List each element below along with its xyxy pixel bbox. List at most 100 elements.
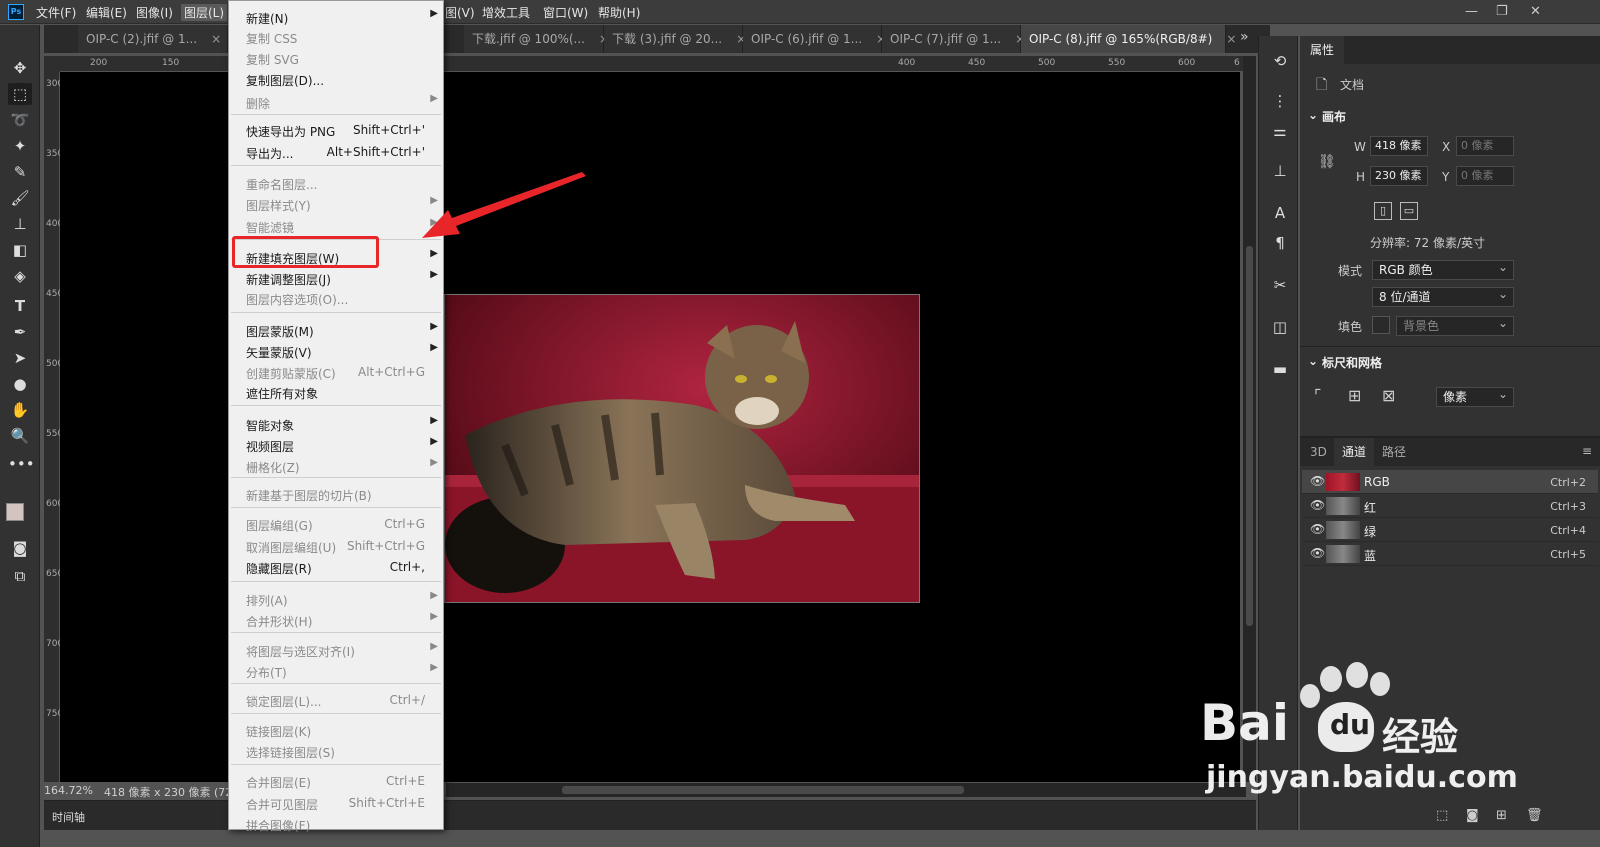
channel-row[interactable]: 👁 蓝 Ctrl+5	[1302, 542, 1598, 566]
hand-tool-icon[interactable]: ✋	[8, 399, 32, 421]
restore-icon[interactable]: ❐	[1496, 4, 1508, 19]
canvas-section-title[interactable]: 画布	[1322, 108, 1346, 125]
portrait-orientation-icon[interactable]: ▯	[1374, 202, 1392, 220]
tab-properties[interactable]: 属性	[1300, 36, 1345, 64]
scroll-thumb[interactable]	[1246, 246, 1253, 626]
quick-mask-icon[interactable]: ◙	[8, 537, 32, 559]
close-window-icon[interactable]: ✕	[1530, 4, 1541, 19]
menu-item[interactable]: 快速导出为 PNG Shift+Ctrl+'	[229, 120, 443, 141]
tab-document[interactable]: OIP-C (2).jfif @ 1... ×	[78, 25, 228, 53]
visibility-eye-icon[interactable]: 👁	[1310, 498, 1325, 512]
save-selection-icon[interactable]: ◙	[1466, 808, 1479, 823]
panel-menu-icon[interactable]: ≡	[1582, 444, 1592, 458]
ellipse-tool-icon[interactable]: ●	[8, 373, 32, 395]
magic-wand-tool-icon[interactable]: ✦	[8, 135, 32, 157]
menu-image[interactable]: 图像(I)	[136, 4, 173, 21]
menu-item[interactable]: 新建调整图层(J) ▶	[229, 268, 443, 289]
scroll-thumb[interactable]	[562, 786, 964, 794]
tab-document-active[interactable]: OIP-C (8).jfif @ 165%(RGB/8#) ×	[1021, 25, 1236, 53]
move-tool-icon[interactable]: ✥	[8, 57, 32, 79]
y-input[interactable]: 0 像素	[1456, 166, 1514, 186]
visibility-eye-icon[interactable]: 👁	[1310, 546, 1325, 560]
visibility-eye-icon[interactable]: 👁	[1310, 474, 1325, 488]
fill-swatch[interactable]	[1372, 316, 1390, 334]
new-channel-icon[interactable]: ⊞	[1496, 808, 1507, 823]
rulers-section-title[interactable]: 标尺和网格	[1322, 354, 1382, 371]
paint-bucket-tool-icon[interactable]: ◈	[8, 265, 32, 287]
horizontal-scrollbar[interactable]	[446, 783, 1246, 797]
channel-row[interactable]: 👁 红 Ctrl+3	[1302, 494, 1598, 518]
tab-close-icon[interactable]: ×	[211, 32, 221, 46]
channel-row[interactable]: 👁 RGB Ctrl+2	[1302, 470, 1598, 494]
menu-item[interactable]: 新建(N) ▶	[229, 7, 443, 28]
clone-source-icon[interactable]: ⊥	[1269, 160, 1291, 182]
marquee-tool-icon[interactable]: ⬚	[8, 83, 32, 105]
height-input[interactable]: 230 像素	[1370, 166, 1428, 186]
tab-paths[interactable]: 路径	[1374, 438, 1414, 466]
menu-item[interactable]: 矢量蒙版(V) ▶	[229, 341, 443, 362]
mode-select[interactable]: RGB 颜色	[1372, 258, 1514, 280]
foreground-color-swatch[interactable]	[6, 503, 24, 521]
tab-document[interactable]: OIP-C (7).jfif @ 1...×	[882, 25, 1025, 53]
tab-document[interactable]: 下载.jfif @ 100%(...×	[464, 25, 609, 53]
x-input[interactable]: 0 像素	[1456, 136, 1514, 156]
paragraph-icon[interactable]: ¶	[1269, 232, 1291, 254]
screen-mode-icon[interactable]: ⧉	[8, 565, 32, 587]
menu-item[interactable]: 视频图层 ▶	[229, 435, 443, 456]
rulers-section-chevron-icon[interactable]: ⌄	[1308, 354, 1318, 368]
menu-item[interactable]: 复制图层(D)...	[229, 69, 443, 90]
timeline-tab[interactable]: 时间轴	[52, 809, 85, 825]
guides-toggle-icon[interactable]: ⊠	[1382, 386, 1395, 405]
menu-item[interactable]: 遮住所有对象	[229, 382, 443, 403]
units-select[interactable]: 像素	[1436, 385, 1514, 407]
menu-item[interactable]: 智能对象 ▶	[229, 414, 443, 435]
tools-settings-icon[interactable]: ✂	[1269, 274, 1291, 296]
landscape-orientation-icon[interactable]: ▭	[1400, 202, 1418, 220]
menu-help[interactable]: 帮助(H)	[598, 4, 640, 21]
channel-row[interactable]: 👁 绿 Ctrl+4	[1302, 518, 1598, 542]
load-selection-icon[interactable]: ⬚	[1436, 808, 1448, 823]
brush-tool-icon[interactable]: 🖌	[8, 187, 32, 209]
stamp-tool-icon[interactable]: ⊥	[8, 213, 32, 235]
tab-channels[interactable]: 通道	[1334, 438, 1375, 466]
menu-item[interactable]: 图层蒙版(M) ▶	[229, 320, 443, 341]
fill-select[interactable]: 背景色	[1396, 314, 1514, 336]
menu-layer[interactable]: 图层(L)	[181, 4, 228, 21]
brush-settings-icon[interactable]: ⋮	[1269, 90, 1291, 112]
eyedropper-tool-icon[interactable]: ✎	[8, 161, 32, 183]
adjustments-icon[interactable]: ⚌	[1269, 120, 1291, 142]
menu-window[interactable]: 窗口(W)	[543, 4, 588, 21]
link-icon[interactable]: ⛓	[1318, 154, 1336, 170]
ruler-toggle-icon[interactable]: ⌜	[1314, 386, 1322, 405]
tab-close-icon[interactable]: ×	[1226, 32, 1236, 46]
path-select-tool-icon[interactable]: ➤	[8, 347, 32, 369]
minimize-icon[interactable]: —	[1465, 4, 1478, 19]
tab-3d[interactable]: 3D	[1302, 438, 1335, 466]
eraser-tool-icon[interactable]: ◧	[8, 239, 32, 261]
menu-file[interactable]: 文件(F)	[36, 4, 76, 21]
zoom-tool-icon[interactable]: 🔍	[8, 425, 32, 447]
zoom-level[interactable]: 164.72%	[44, 784, 93, 797]
type-tool-icon[interactable]: T	[8, 295, 32, 317]
bit-depth-select[interactable]: 8 位/通道	[1372, 285, 1514, 307]
delete-channel-icon[interactable]: 🗑	[1526, 808, 1543, 823]
character-icon[interactable]: A	[1269, 202, 1291, 224]
menu-view[interactable]: 图(V)	[445, 4, 475, 21]
menu-item[interactable]: 导出为... Alt+Shift+Ctrl+'	[229, 142, 443, 163]
tab-document[interactable]: 下载 (3).jfif @ 20... ×	[604, 25, 746, 53]
history-icon[interactable]: ⟲	[1269, 50, 1291, 72]
width-input[interactable]: 418 像素	[1370, 136, 1428, 156]
tab-overflow-icon[interactable]: »	[1240, 29, 1249, 45]
pen-tool-icon[interactable]: ✒	[8, 321, 32, 343]
menu-edit[interactable]: 编辑(E)	[86, 4, 127, 21]
menu-item[interactable]: 隐藏图层(R) Ctrl+,	[229, 557, 443, 578]
libraries-icon[interactable]: ◫	[1269, 316, 1291, 338]
plugins-icon[interactable]: ▬	[1269, 358, 1291, 380]
menu-plugins[interactable]: 增效工具	[482, 4, 530, 21]
canvas-section-chevron-icon[interactable]: ⌄	[1308, 108, 1318, 122]
tab-document[interactable]: OIP-C (6).jfif @ 1...×	[743, 25, 886, 53]
more-tools-icon[interactable]: •••	[8, 453, 35, 475]
visibility-eye-icon[interactable]: 👁	[1310, 522, 1325, 536]
lasso-tool-icon[interactable]: ➰	[8, 109, 32, 131]
grid-toggle-icon[interactable]: ⊞	[1348, 386, 1361, 405]
